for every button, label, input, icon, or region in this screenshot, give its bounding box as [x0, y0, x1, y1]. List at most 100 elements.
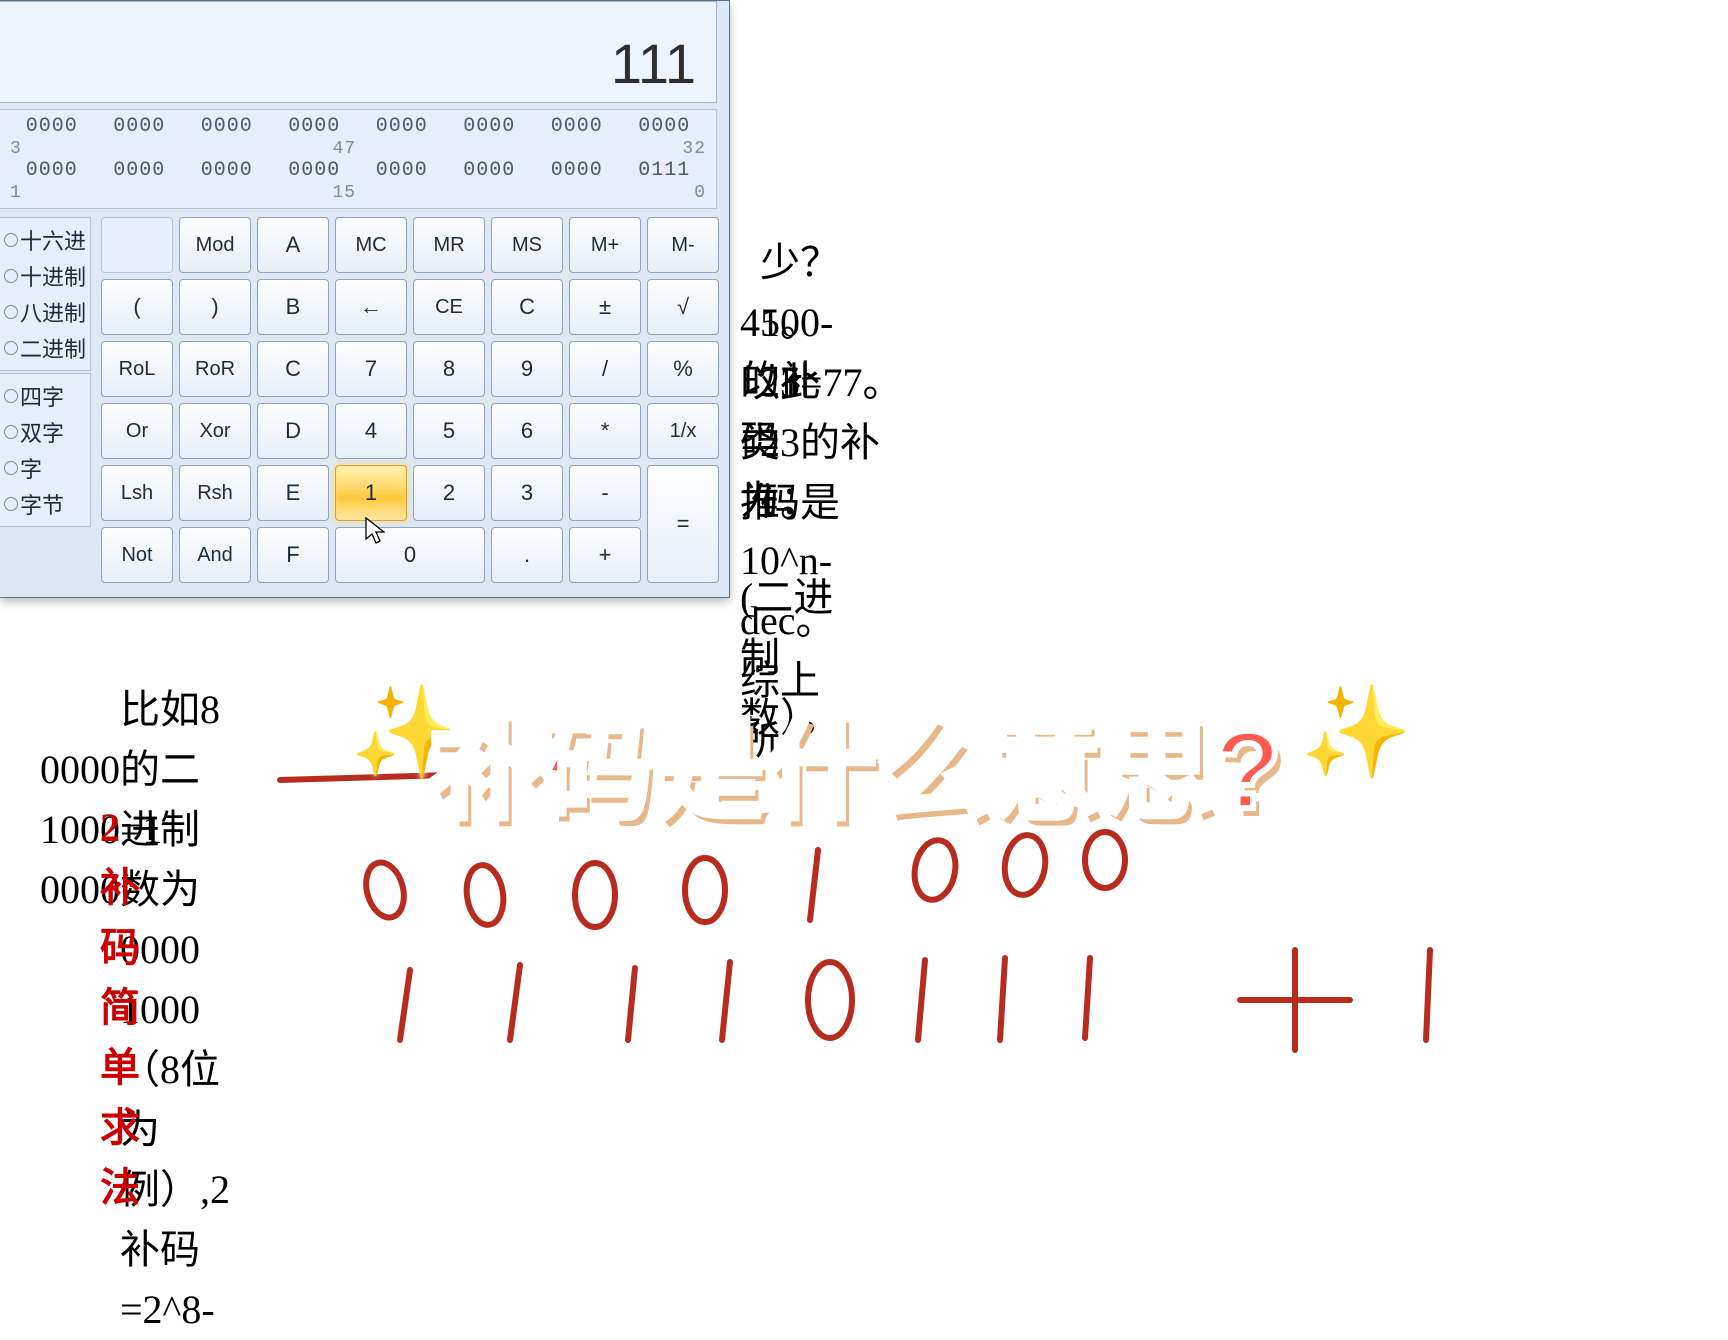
- radio-label: 字节: [20, 488, 64, 520]
- calc-display-frame: 111: [0, 1, 717, 103]
- mc-button[interactable]: MC: [335, 217, 407, 273]
- bits-group: 0000: [358, 160, 446, 182]
- radio-qword[interactable]: 四字: [4, 380, 86, 412]
- digit-1-button[interactable]: 1: [335, 465, 407, 521]
- mplus-button[interactable]: M+: [569, 217, 641, 273]
- calc-left-column: 十六进 十进制 八进制 二进制 四字 双字 字 字节: [0, 217, 91, 583]
- clear-button[interactable]: C: [491, 279, 563, 335]
- hex-f-button[interactable]: F: [257, 527, 329, 583]
- rol-button[interactable]: RoL: [101, 341, 173, 397]
- bits-group: 0000: [96, 116, 184, 138]
- sparkle-icon: ✨: [1300, 680, 1412, 785]
- calc-bits-panel: 0000 0000 0000 0000 0000 0000 0000 0000 …: [0, 109, 717, 209]
- digit-8-button[interactable]: 8: [413, 341, 485, 397]
- bit-index: 15: [271, 182, 359, 204]
- digit-9-button[interactable]: 9: [491, 341, 563, 397]
- bits-group: 0000: [533, 160, 621, 182]
- radio-icon: [4, 497, 18, 511]
- not-button[interactable]: Not: [101, 527, 173, 583]
- equals-button[interactable]: =: [647, 465, 719, 583]
- hex-d-button[interactable]: D: [257, 403, 329, 459]
- bits-group: 0000: [8, 116, 96, 138]
- radio-icon: [4, 425, 18, 439]
- radix-radio-group: 十六进 十进制 八进制 二进制: [0, 217, 91, 371]
- digit-2-button[interactable]: 2: [413, 465, 485, 521]
- bits-group: 0000: [96, 160, 184, 182]
- digit-7-button[interactable]: 7: [335, 341, 407, 397]
- bits-row-1: 0000 0000 0000 0000 0000 0000 0000 0000: [8, 116, 708, 138]
- and-button[interactable]: And: [179, 527, 251, 583]
- bits-group: 0111: [621, 160, 709, 182]
- multiply-button[interactable]: *: [569, 403, 641, 459]
- divide-button[interactable]: /: [569, 341, 641, 397]
- ce-button[interactable]: CE: [413, 279, 485, 335]
- lsh-button[interactable]: Lsh: [101, 465, 173, 521]
- hex-e-button[interactable]: E: [257, 465, 329, 521]
- bits-group: 0000: [621, 116, 709, 138]
- radio-label: 十六进: [20, 224, 86, 256]
- hex-a-button[interactable]: A: [257, 217, 329, 273]
- bit-index: 3: [8, 138, 96, 160]
- plusminus-button[interactable]: ±: [569, 279, 641, 335]
- bit-index: 1: [8, 182, 96, 204]
- radio-bin[interactable]: 二进制: [4, 332, 86, 364]
- radio-label: 八进制: [20, 296, 86, 328]
- blank-button: [101, 217, 173, 273]
- ms-button[interactable]: MS: [491, 217, 563, 273]
- radio-label: 字: [20, 452, 42, 484]
- radio-byte[interactable]: 字节: [4, 488, 86, 520]
- digit-4-button[interactable]: 4: [335, 403, 407, 459]
- bit-index: 47: [271, 138, 359, 160]
- subtract-button[interactable]: -: [569, 465, 641, 521]
- percent-button[interactable]: %: [647, 341, 719, 397]
- lparen-button[interactable]: (: [101, 279, 173, 335]
- xor-button[interactable]: Xor: [179, 403, 251, 459]
- radio-label: 双字: [20, 416, 64, 448]
- bits-group: 0000: [446, 160, 534, 182]
- radio-oct[interactable]: 八进制: [4, 296, 86, 328]
- decimal-button[interactable]: .: [491, 527, 563, 583]
- radio-word[interactable]: 字: [4, 452, 86, 484]
- mminus-button[interactable]: M-: [647, 217, 719, 273]
- hex-b-button[interactable]: B: [257, 279, 329, 335]
- radio-label: 二进制: [20, 332, 86, 364]
- sqrt-button[interactable]: √: [647, 279, 719, 335]
- bits-index-1: 3 47 32: [8, 138, 708, 160]
- bits-group: 0000: [8, 160, 96, 182]
- bit-index: 0: [620, 182, 708, 204]
- or-button[interactable]: Or: [101, 403, 173, 459]
- digit-0-button[interactable]: 0: [335, 527, 485, 583]
- rsh-button[interactable]: Rsh: [179, 465, 251, 521]
- radio-dword[interactable]: 双字: [4, 416, 86, 448]
- bit-index: 32: [620, 138, 708, 160]
- radio-hex[interactable]: 十六进: [4, 224, 86, 256]
- doc-line-7: 2补码简单求法: [100, 798, 140, 1218]
- bits-group: 0000: [271, 160, 359, 182]
- reciprocal-button[interactable]: 1/x: [647, 403, 719, 459]
- digit-5-button[interactable]: 5: [413, 403, 485, 459]
- rparen-button[interactable]: ): [179, 279, 251, 335]
- digit-6-button[interactable]: 6: [491, 403, 563, 459]
- radio-icon: [4, 233, 18, 247]
- bits-row-2: 0000 0000 0000 0000 0000 0000 0000 0111: [8, 160, 708, 182]
- radio-icon: [4, 461, 18, 475]
- mod-button[interactable]: Mod: [179, 217, 251, 273]
- digit-3-button[interactable]: 3: [491, 465, 563, 521]
- bits-group: 0000: [446, 116, 534, 138]
- radio-icon: [4, 305, 18, 319]
- ror-button[interactable]: RoR: [179, 341, 251, 397]
- cursor-icon: [365, 517, 385, 545]
- backspace-button[interactable]: ←: [335, 279, 407, 335]
- bits-group: 0000: [183, 116, 271, 138]
- radio-label: 十进制: [20, 260, 86, 292]
- calc-display: 111: [611, 31, 696, 96]
- hex-c-button[interactable]: C: [257, 341, 329, 397]
- calc-keypad: Mod A MC MR MS M+ M- ( ) B ← CE C ± √ Ro…: [91, 217, 719, 583]
- bits-group: 0000: [183, 160, 271, 182]
- mr-button[interactable]: MR: [413, 217, 485, 273]
- radio-label: 四字: [20, 380, 64, 412]
- add-button[interactable]: +: [569, 527, 641, 583]
- radio-dec[interactable]: 十进制: [4, 260, 86, 292]
- radio-icon: [4, 389, 18, 403]
- overlay-title: 补码是什么意思?: [430, 680, 1283, 840]
